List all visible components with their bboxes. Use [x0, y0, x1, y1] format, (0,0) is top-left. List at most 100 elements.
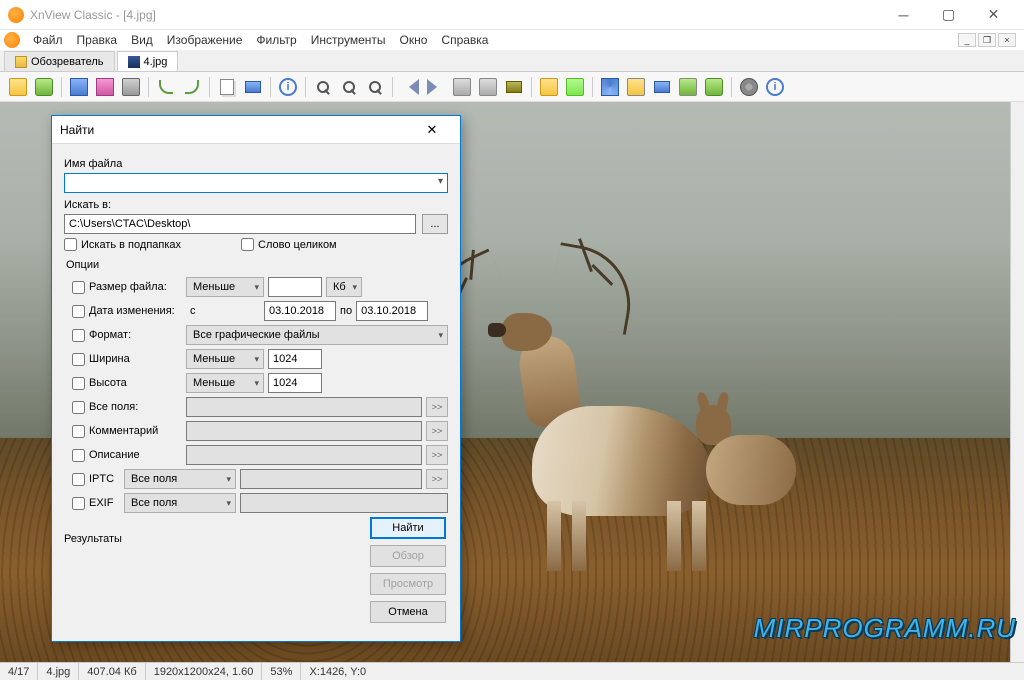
print-button[interactable]: [119, 75, 143, 99]
date-to-input[interactable]: [356, 301, 428, 321]
iptc-checkbox[interactable]: IPTC: [72, 473, 120, 486]
copy-button[interactable]: [215, 75, 239, 99]
status-index: 4/17: [0, 663, 38, 680]
fullscreen-button[interactable]: [241, 75, 265, 99]
zoom-out-button[interactable]: [363, 75, 387, 99]
browse-results-button[interactable]: Обзор: [370, 545, 446, 567]
size-op-select[interactable]: Меньше: [186, 277, 264, 297]
results-label: Результаты: [64, 533, 122, 545]
iptc-input[interactable]: [240, 469, 422, 489]
cancel-button[interactable]: Отмена: [370, 601, 446, 623]
date-from-label: с: [186, 305, 260, 317]
date-checkbox[interactable]: Дата изменения:: [72, 305, 182, 318]
search-in-label: Искать в:: [64, 199, 448, 211]
save-button[interactable]: [67, 75, 91, 99]
allfields-input[interactable]: [186, 397, 422, 417]
description-input[interactable]: [186, 445, 422, 465]
vertical-scrollbar[interactable]: [1010, 102, 1024, 662]
comment-checkbox[interactable]: Комментарий: [72, 425, 182, 438]
window-controls: ─ ▢ ✕: [881, 1, 1016, 29]
find-button[interactable]: [598, 75, 622, 99]
slideshow-button[interactable]: [502, 75, 526, 99]
info-button[interactable]: i: [276, 75, 300, 99]
mdi-restore-button[interactable]: ❐: [978, 33, 996, 47]
status-filesize: 407.04 Кб: [79, 663, 145, 680]
close-button[interactable]: ✕: [971, 1, 1016, 29]
iptc-field-select[interactable]: Все поля: [124, 469, 236, 489]
height-checkbox[interactable]: Высота: [72, 377, 182, 390]
exif-input[interactable]: [240, 493, 448, 513]
menu-edit[interactable]: Правка: [70, 31, 125, 49]
menu-image[interactable]: Изображение: [160, 31, 250, 49]
batch-button[interactable]: [624, 75, 648, 99]
iptc-more-button[interactable]: >>: [426, 469, 448, 489]
redo-button[interactable]: [180, 75, 204, 99]
prev-page-button[interactable]: [450, 75, 474, 99]
menu-window[interactable]: Окно: [393, 31, 435, 49]
date-from-input[interactable]: [264, 301, 336, 321]
browse-path-button[interactable]: ...: [422, 214, 448, 234]
width-value-input[interactable]: [268, 349, 322, 369]
acquire-button[interactable]: [32, 75, 56, 99]
minimize-button[interactable]: ─: [881, 1, 926, 29]
find-dialog: Найти ✕ Имя файла Искать в: ... Искать в…: [51, 115, 461, 642]
maximize-button[interactable]: ▢: [926, 1, 971, 29]
path-input[interactable]: [64, 214, 416, 234]
status-filename: 4.jpg: [38, 663, 79, 680]
exif-field-select[interactable]: Все поля: [124, 493, 236, 513]
prev-button[interactable]: [398, 75, 422, 99]
undo-button[interactable]: [154, 75, 178, 99]
toolbar-separator: [731, 77, 732, 97]
zoom-in-button[interactable]: [311, 75, 335, 99]
mdi-minimize-button[interactable]: _: [958, 33, 976, 47]
dialog-titlebar[interactable]: Найти ✕: [52, 116, 460, 144]
scanner-icon: [654, 81, 670, 93]
size-value-input[interactable]: [268, 277, 322, 297]
find-button[interactable]: Найти: [370, 517, 446, 539]
scan-button[interactable]: [650, 75, 674, 99]
size-checkbox[interactable]: Размер файла:: [72, 281, 182, 294]
about-button[interactable]: i: [763, 75, 787, 99]
menu-tools[interactable]: Инструменты: [304, 31, 393, 49]
dialog-title: Найти: [60, 123, 94, 137]
exif-checkbox[interactable]: EXIF: [72, 497, 120, 510]
settings-button[interactable]: [737, 75, 761, 99]
allfields-checkbox[interactable]: Все поля:: [72, 401, 182, 414]
quicksave-button[interactable]: [93, 75, 117, 99]
menu-file[interactable]: Файл: [26, 31, 70, 49]
whole-word-checkbox[interactable]: Слово целиком: [241, 238, 337, 251]
menu-filter[interactable]: Фильтр: [249, 31, 303, 49]
format-checkbox[interactable]: Формат:: [72, 329, 182, 342]
width-checkbox[interactable]: Ширина: [72, 353, 182, 366]
width-op-select[interactable]: Меньше: [186, 349, 264, 369]
tab-browser[interactable]: Обозреватель: [4, 51, 115, 71]
menu-view[interactable]: Вид: [124, 31, 160, 49]
mdi-close-button[interactable]: ×: [998, 33, 1016, 47]
capture-button[interactable]: [676, 75, 700, 99]
size-unit-select[interactable]: Кб: [326, 277, 362, 297]
height-op-select[interactable]: Меньше: [186, 373, 264, 393]
comment-more-button[interactable]: >>: [426, 421, 448, 441]
toolbar-separator: [392, 77, 393, 97]
allfields-more-button[interactable]: >>: [426, 397, 448, 417]
browser-button[interactable]: [537, 75, 561, 99]
description-more-button[interactable]: >>: [426, 445, 448, 465]
open-button[interactable]: [6, 75, 30, 99]
next-button[interactable]: [424, 75, 448, 99]
export-button[interactable]: [563, 75, 587, 99]
menu-help[interactable]: Справка: [434, 31, 495, 49]
screenshot-button[interactable]: [702, 75, 726, 99]
format-select[interactable]: Все графические файлы: [186, 325, 448, 345]
toolbar-separator: [305, 77, 306, 97]
recurse-checkbox[interactable]: Искать в подпапках: [64, 238, 181, 251]
filename-input[interactable]: [64, 173, 448, 193]
next-page-button[interactable]: [476, 75, 500, 99]
tab-image[interactable]: 4.jpg: [117, 51, 179, 71]
zoom-actual-button[interactable]: [337, 75, 361, 99]
zoom-in-icon: [317, 81, 329, 93]
dialog-close-button[interactable]: ✕: [412, 117, 452, 143]
comment-input[interactable]: [186, 421, 422, 441]
description-checkbox[interactable]: Описание: [72, 449, 182, 462]
height-value-input[interactable]: [268, 373, 322, 393]
view-results-button[interactable]: Просмотр: [370, 573, 446, 595]
